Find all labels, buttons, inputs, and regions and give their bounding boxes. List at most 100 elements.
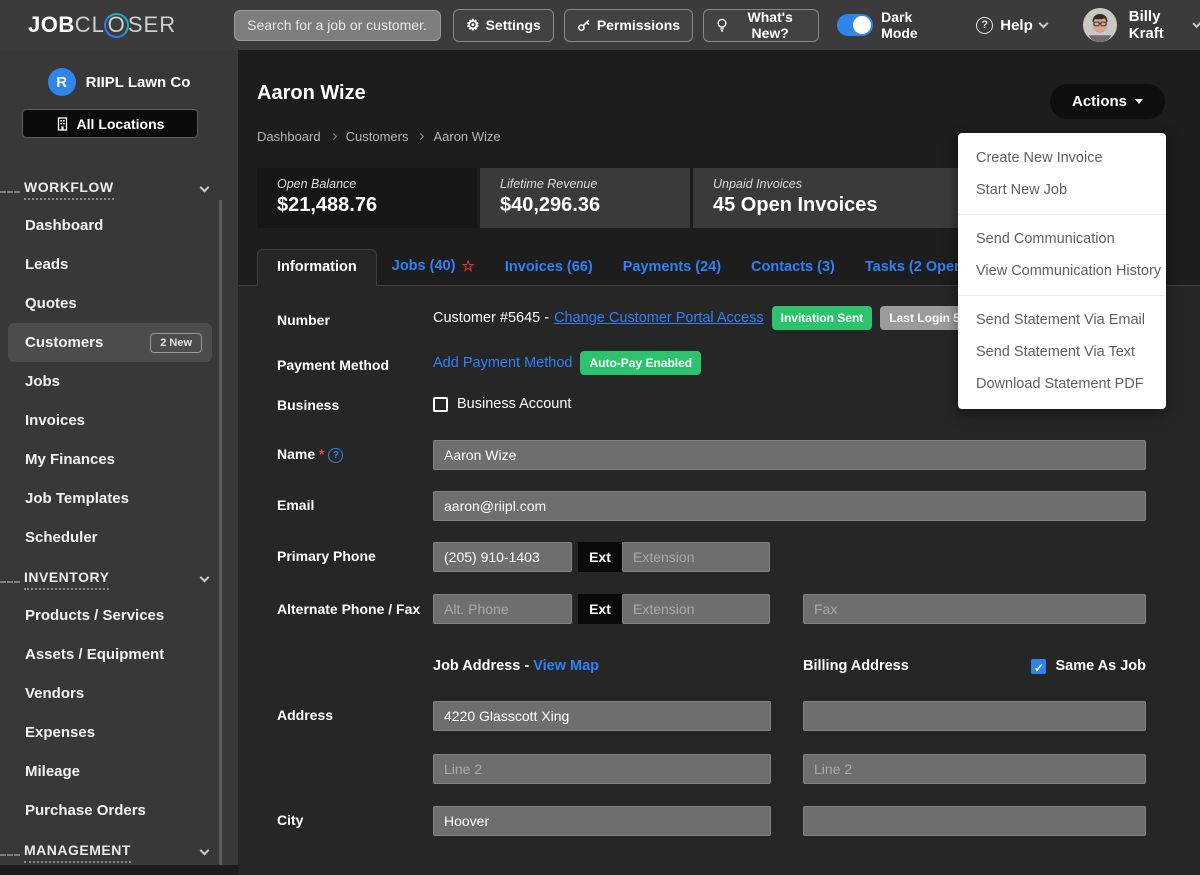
menu-item-download-statement-pdf[interactable]: Download Statement PDF: [958, 368, 1166, 400]
billing-address-input[interactable]: [803, 701, 1146, 731]
ext-tag: Ext: [578, 542, 622, 572]
fax-input[interactable]: [803, 594, 1146, 624]
sidebar-item-vendors[interactable]: Vendors: [0, 674, 238, 713]
sidebar-item-customers[interactable]: Customers2 New: [8, 323, 212, 362]
sidebar-item-label: Jobs: [25, 373, 60, 390]
sidebar-section-workflow[interactable]: WORKFLOW: [0, 172, 238, 206]
permissions-button[interactable]: Permissions: [564, 9, 693, 42]
city-label: City: [257, 806, 433, 836]
actions-dropdown-menu: Create New InvoiceStart New Job Send Comm…: [958, 133, 1166, 409]
email-label: Email: [257, 491, 433, 521]
sidebar-item-jobs[interactable]: Jobs: [0, 362, 238, 401]
sidebar-item-label: Scheduler: [25, 529, 98, 546]
email-input[interactable]: [433, 491, 1146, 521]
page-title: Aaron Wize: [257, 82, 366, 105]
all-locations-label: All Locations: [77, 116, 165, 132]
top-navbar: JOBCLOSER ⚙ Settings Permissions What's …: [0, 0, 1200, 50]
job-address-line2-input[interactable]: [433, 754, 771, 784]
chevron-down-icon: [1038, 18, 1048, 28]
menu-divider: [958, 214, 1166, 215]
all-locations-button[interactable]: All Locations: [22, 109, 198, 138]
payment-method-label: Payment Method: [257, 351, 433, 375]
user-menu[interactable]: Billy Kraft: [1083, 8, 1200, 42]
sidebar-section-management[interactable]: MANAGEMENT: [0, 835, 238, 869]
invitation-sent-badge: Invitation Sent: [772, 306, 873, 330]
breadcrumb-item-aaron-wize[interactable]: Aaron Wize: [433, 129, 500, 144]
menu-item-view-communication-history[interactable]: View Communication History: [958, 255, 1166, 287]
sidebar-scrollbar[interactable]: [219, 200, 222, 865]
sidebar-item-label: Customers: [25, 334, 103, 351]
breadcrumb-item-dashboard[interactable]: Dashboard: [257, 129, 321, 144]
company-row[interactable]: R RIIPL Lawn Co: [0, 68, 238, 96]
sidebar-item-label: Leads: [25, 256, 68, 273]
breadcrumb-separator-icon: [417, 133, 424, 140]
tab-information[interactable]: Information: [257, 249, 377, 286]
stat-label: Open Balance: [277, 177, 477, 191]
job-city-input[interactable]: [433, 806, 771, 836]
sidebar: R RIIPL Lawn Co All Locations WORKFLOWDa…: [0, 50, 238, 865]
tab-invoices-66[interactable]: Invoices (66): [490, 250, 608, 285]
chevron-down-icon: [200, 845, 210, 855]
name-help-icon[interactable]: ?: [328, 448, 343, 463]
tab-label: Jobs (40): [392, 258, 456, 274]
sidebar-item-invoices[interactable]: Invoices: [0, 401, 238, 440]
view-map-link[interactable]: View Map: [533, 658, 599, 674]
sidebar-item-job-templates[interactable]: Job Templates: [0, 479, 238, 518]
dark-mode-label: Dark Mode: [881, 9, 942, 41]
tab-contacts-3[interactable]: Contacts (3): [736, 250, 850, 285]
same-as-job-label: Same As Job: [1055, 658, 1146, 674]
sidebar-item-assets-equipment[interactable]: Assets / Equipment: [0, 635, 238, 674]
sidebar-item-quotes[interactable]: Quotes: [0, 284, 238, 323]
same-as-job-checkbox[interactable]: ✓: [1031, 659, 1046, 674]
help-menu[interactable]: ? Help: [976, 17, 1047, 34]
dark-mode-toggle[interactable]: [837, 14, 873, 36]
sidebar-item-dashboard[interactable]: Dashboard: [0, 206, 238, 245]
menu-item-start-new-job[interactable]: Start New Job: [958, 174, 1166, 206]
sidebar-section-inventory[interactable]: INVENTORY: [0, 562, 238, 596]
global-search-input[interactable]: [234, 10, 441, 41]
building-icon: [56, 117, 69, 131]
business-account-checkbox[interactable]: [433, 397, 448, 412]
menu-item-send-communication[interactable]: Send Communication: [958, 223, 1166, 255]
change-portal-access-link[interactable]: Change Customer Portal Access: [554, 310, 764, 326]
help-label: Help: [1000, 17, 1033, 34]
sidebar-item-label: Quotes: [25, 295, 77, 312]
tab-jobs-40[interactable]: Jobs (40)☆: [377, 248, 490, 285]
sidebar-item-label: Invoices: [25, 412, 85, 429]
sidebar-item-label: Mileage: [25, 763, 80, 780]
job-address-input[interactable]: [433, 701, 771, 731]
tab-payments-24[interactable]: Payments (24): [608, 250, 736, 285]
sidebar-item-leads[interactable]: Leads: [0, 245, 238, 284]
alt-phone-input[interactable]: [433, 594, 572, 624]
stat-value: $40,296.36: [500, 194, 690, 217]
sidebar-item-mileage[interactable]: Mileage: [0, 752, 238, 791]
name-input[interactable]: [433, 440, 1146, 470]
menu-item-create-new-invoice[interactable]: Create New Invoice: [958, 142, 1166, 174]
autopay-enabled-badge: Auto-Pay Enabled: [580, 351, 701, 375]
business-label: Business: [257, 395, 433, 413]
sidebar-item-scheduler[interactable]: Scheduler: [0, 518, 238, 557]
ext-tag: Ext: [578, 594, 622, 624]
breadcrumb-item-customers[interactable]: Customers: [346, 129, 409, 144]
add-payment-method-link[interactable]: Add Payment Method: [433, 355, 572, 371]
whats-new-button[interactable]: What's New?: [703, 9, 819, 42]
logo-job-text: JOB: [28, 12, 75, 38]
breadcrumb-separator-icon: [330, 133, 337, 140]
primary-phone-input[interactable]: [433, 542, 572, 572]
sidebar-item-products-services[interactable]: Products / Services: [0, 596, 238, 635]
help-circle-icon: ?: [976, 17, 993, 34]
tab-label: Information: [277, 259, 357, 275]
sidebar-item-expenses[interactable]: Expenses: [0, 713, 238, 752]
settings-button[interactable]: ⚙ Settings: [453, 9, 554, 42]
billing-address-line2-input[interactable]: [803, 754, 1146, 784]
menu-item-send-statement-via-email[interactable]: Send Statement Via Email: [958, 304, 1166, 336]
actions-button[interactable]: Actions: [1050, 84, 1165, 119]
menu-item-send-statement-via-text[interactable]: Send Statement Via Text: [958, 336, 1166, 368]
sidebar-item-my-finances[interactable]: My Finances: [0, 440, 238, 479]
alt-extension-input[interactable]: [622, 594, 770, 624]
sidebar-item-purchase-orders[interactable]: Purchase Orders: [0, 791, 238, 830]
billing-address-header: Billing Address: [803, 658, 909, 674]
primary-extension-input[interactable]: [622, 542, 770, 572]
alt-phone-fax-label: Alternate Phone / Fax: [257, 594, 433, 624]
billing-city-input[interactable]: [803, 806, 1146, 836]
